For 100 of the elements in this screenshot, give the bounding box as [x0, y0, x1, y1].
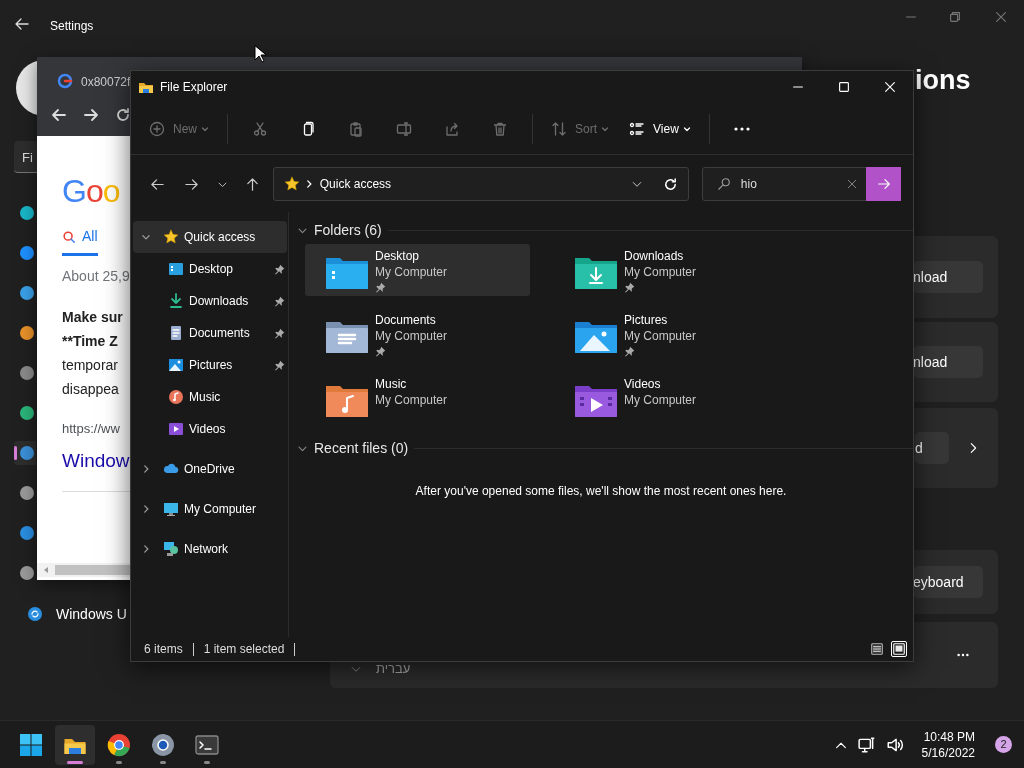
windows-logo-icon	[19, 732, 43, 757]
settings-button[interactable]: d	[915, 432, 949, 464]
tree-item[interactable]: Documents	[133, 317, 287, 349]
tree-item[interactable]: Videos	[133, 413, 287, 445]
group-header[interactable]: Folders (6)	[297, 219, 382, 241]
expand-icon[interactable]	[141, 232, 151, 242]
list-icon	[629, 120, 646, 137]
more-icon	[956, 653, 970, 657]
selection-indicator	[14, 446, 17, 460]
folder-tile[interactable]: Documents My Computer	[305, 308, 530, 360]
folder-tile[interactable]: Music My Computer	[305, 372, 530, 424]
star-icon	[283, 176, 300, 192]
folder-tile[interactable]: Videos My Computer	[554, 372, 779, 424]
more-button[interactable]	[956, 653, 970, 657]
sidebar-item[interactable]	[14, 441, 36, 465]
breadcrumb[interactable]: Quick access	[319, 175, 392, 193]
download-icon	[168, 293, 184, 309]
settings-icon	[20, 366, 34, 380]
details-view-icon	[870, 642, 884, 656]
tree-item[interactable]: Network	[133, 533, 287, 565]
terminal-icon	[195, 732, 219, 757]
tree-item[interactable]: Downloads	[133, 285, 287, 317]
status-text: 1 item selected	[203, 641, 285, 658]
rename-icon	[396, 120, 412, 137]
settings-button[interactable]: eyboard	[913, 566, 983, 598]
settings-button[interactable]: nload	[913, 346, 983, 378]
back-arrow-icon	[14, 16, 30, 32]
settings-button[interactable]: nload	[913, 261, 983, 293]
sort-icon	[551, 120, 567, 137]
browser-icon	[107, 732, 131, 757]
settings-icon	[20, 526, 34, 540]
settings-icon	[20, 446, 34, 460]
settings-icon	[20, 326, 34, 340]
window-title: Settings	[50, 18, 94, 35]
clock[interactable]: 10:48 PM 5/16/2022	[921, 728, 975, 761]
folder-tile[interactable]: Downloads My Computer	[554, 244, 779, 296]
reload-button[interactable]	[115, 107, 131, 123]
horizontal-scrollbar[interactable]	[37, 563, 130, 577]
notification-badge[interactable]: 2	[995, 736, 1012, 753]
folder-location: My Computer	[375, 328, 448, 344]
more-icon	[733, 126, 750, 131]
group-header[interactable]: Recent files (0)	[297, 437, 409, 459]
address-bar[interactable]: Quick access	[272, 167, 689, 201]
tree-item[interactable]: Desktop	[133, 253, 287, 285]
search-field[interactable]: hio	[701, 167, 901, 201]
file-explorer-button[interactable]	[55, 724, 95, 765]
folder-location: My Computer	[624, 264, 697, 280]
clear-button[interactable]	[846, 178, 858, 190]
back-arrow-icon	[150, 176, 166, 192]
star-icon	[163, 229, 179, 245]
search-field[interactable]: Fi	[14, 141, 37, 173]
back-button[interactable]	[14, 16, 30, 32]
view-toggle-button[interactable]	[891, 641, 907, 657]
sync-icon	[28, 607, 42, 621]
network-icon[interactable]	[857, 735, 876, 754]
gear-icon	[151, 732, 175, 757]
network-icon	[163, 541, 179, 557]
cursor-icon	[254, 45, 266, 63]
close-icon	[883, 80, 897, 94]
view-button[interactable]: View	[623, 110, 697, 147]
tree-item[interactable]: Pictures	[133, 349, 287, 381]
forward-button[interactable]	[83, 107, 99, 123]
up-arrow-icon	[245, 176, 261, 192]
search-text: hio	[740, 176, 757, 193]
share-icon	[444, 120, 460, 137]
scissors-icon	[252, 120, 268, 137]
back-button[interactable]	[51, 107, 67, 123]
language-label: עברית	[376, 660, 411, 679]
search-icon	[62, 229, 76, 244]
folder-location: My Computer	[375, 392, 448, 408]
scrollbar-thumb[interactable]	[55, 565, 130, 575]
collapse-icon[interactable]	[141, 464, 151, 474]
caret-icon	[682, 124, 691, 133]
folder-tile[interactable]: Desktop My Computer	[305, 244, 530, 296]
restore-icon	[948, 10, 962, 24]
search-icon	[716, 177, 731, 191]
folder-tile[interactable]: Pictures My Computer	[554, 308, 779, 360]
search-tab[interactable]: All	[62, 226, 98, 256]
tree-item[interactable]: OneDrive	[133, 453, 287, 485]
google-logo-icon	[57, 73, 73, 89]
collapse-icon[interactable]	[141, 504, 151, 514]
window-title: File Explorer	[160, 79, 228, 96]
picture-icon	[168, 357, 184, 373]
tree-item[interactable]: Music	[133, 381, 287, 413]
folder-name: Videos	[624, 376, 661, 392]
collapse-icon[interactable]	[141, 544, 151, 554]
sidebar-item[interactable]: Windows U	[16, 597, 129, 631]
sidebar-label: Windows U	[56, 604, 127, 624]
folder-name: Downloads	[624, 248, 684, 264]
tree-item[interactable]: My Computer	[133, 493, 287, 525]
snippet-text: disappea	[62, 380, 119, 399]
settings-icon	[20, 246, 34, 260]
refresh-icon[interactable]	[662, 176, 678, 192]
view-toggle-button[interactable]	[869, 641, 885, 657]
result-link[interactable]: Window	[62, 446, 130, 475]
folder-location: My Computer	[624, 328, 697, 344]
settings-icon	[20, 206, 34, 220]
tree-item[interactable]: Quick access	[133, 221, 287, 253]
arrow-right-icon	[876, 177, 891, 191]
empty-message: After you've opened some files, we'll show the most recent ones here.	[414, 483, 788, 500]
